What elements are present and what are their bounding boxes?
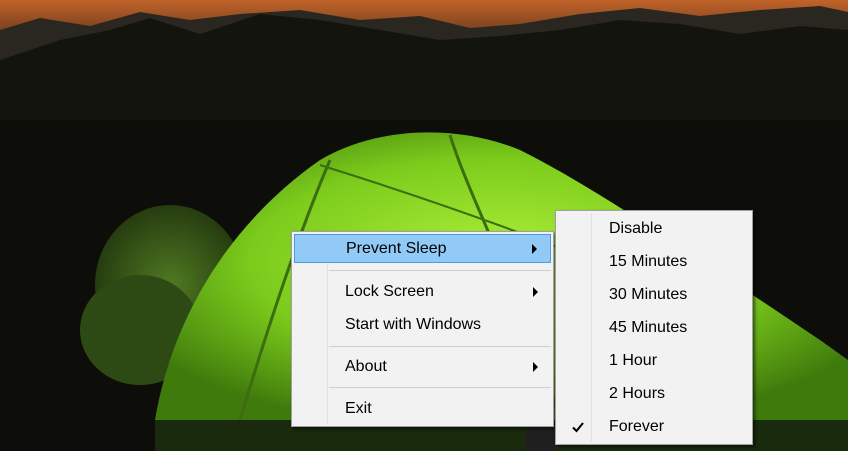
menu-item-exit[interactable]: Exit <box>294 394 551 423</box>
prevent-sleep-submenu: Disable 15 Minutes 30 Minutes 45 Minutes… <box>555 210 753 445</box>
submenu-item-30-minutes[interactable]: 30 Minutes <box>558 280 750 309</box>
menu-item-lock-screen[interactable]: Lock Screen <box>294 277 551 306</box>
submenu-item-forever[interactable]: Forever <box>558 412 750 441</box>
menu-item-prevent-sleep[interactable]: Prevent Sleep <box>294 234 551 263</box>
submenu-item-label: 1 Hour <box>609 351 658 369</box>
menu-item-about[interactable]: About <box>294 352 551 381</box>
submenu-item-label: 15 Minutes <box>609 252 688 270</box>
menu-separator <box>329 270 551 271</box>
submenu-item-label: Disable <box>609 219 663 237</box>
menu-item-label: About <box>345 357 387 375</box>
menu-item-label: Prevent Sleep <box>346 239 447 257</box>
chevron-right-icon <box>533 361 538 372</box>
chevron-right-icon <box>533 286 538 297</box>
chevron-right-icon <box>532 243 537 254</box>
submenu-item-15-minutes[interactable]: 15 Minutes <box>558 247 750 276</box>
menu-item-label: Exit <box>345 399 372 417</box>
submenu-item-1-hour[interactable]: 1 Hour <box>558 346 750 375</box>
menu-item-label: Lock Screen <box>345 282 434 300</box>
submenu-item-label: 45 Minutes <box>609 318 688 336</box>
submenu-item-label: 2 Hours <box>609 384 666 402</box>
submenu-item-45-minutes[interactable]: 45 Minutes <box>558 313 750 342</box>
submenu-item-label: Forever <box>609 417 665 435</box>
menu-item-start-with-windows[interactable]: Start with Windows <box>294 310 551 339</box>
menu-separator <box>329 346 551 347</box>
submenu-item-label: 30 Minutes <box>609 285 688 303</box>
submenu-item-2-hours[interactable]: 2 Hours <box>558 379 750 408</box>
menu-item-label: Start with Windows <box>345 315 482 333</box>
tray-context-menu: Prevent Sleep Lock Screen Start with Win… <box>291 231 554 427</box>
menu-separator <box>329 387 551 388</box>
check-icon <box>572 421 584 432</box>
submenu-item-disable[interactable]: Disable <box>558 214 750 243</box>
